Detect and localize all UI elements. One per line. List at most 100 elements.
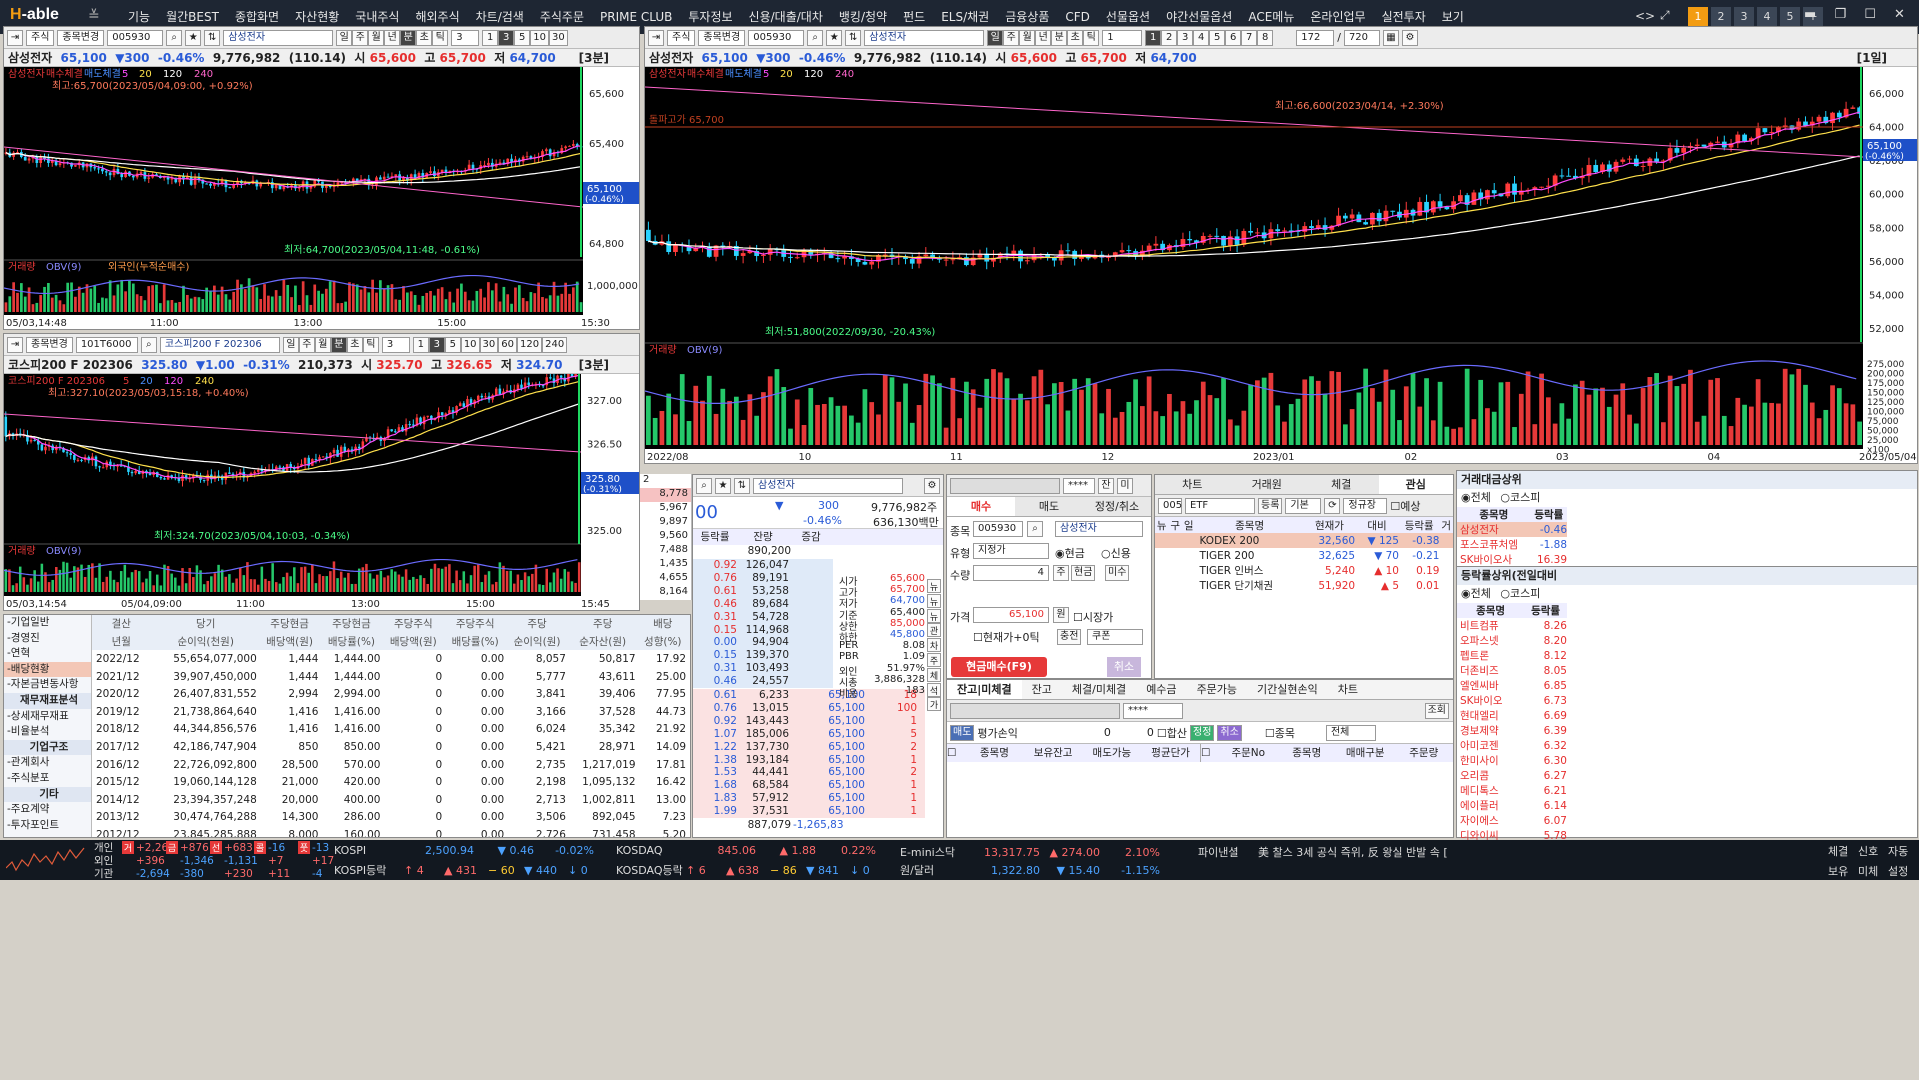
- table-row[interactable]: 2014/12 23,394,357,248 20,000 400.00 0 0.00 2,…: [92, 791, 690, 809]
- chart1-period-1[interactable]: 주: [352, 29, 369, 46]
- chart1-market-select[interactable]: 주식: [26, 29, 55, 46]
- chart1-num-period-0[interactable]: 1: [482, 29, 499, 46]
- order-account-select[interactable]: [950, 477, 1060, 494]
- chart3-period-2[interactable]: 월: [1019, 29, 1036, 46]
- rank2-row[interactable]: 오파스넷 8.20: [1457, 633, 1567, 648]
- ask-row[interactable]: 0.00 94,904: [693, 636, 833, 650]
- watch-code-field[interactable]: 005: [1158, 497, 1182, 514]
- watch-tab-0[interactable]: 차트: [1155, 475, 1230, 494]
- emini-index[interactable]: E-mini스닥 13,317.75 ▲ 274.00 2.10%: [900, 844, 1160, 860]
- orderbook-settings-icon[interactable]: ⚙: [924, 477, 940, 494]
- info-menu-item-3[interactable]: -배당현황: [4, 661, 91, 678]
- watch-row[interactable]: TIGER 인버스 5,240 ▲ 10 0.19: [1155, 563, 1453, 578]
- balance-account-select[interactable]: [950, 702, 1120, 719]
- table-row[interactable]: 2022/12 55,654,077,000 1,444 1,444.00 0 0.00 8…: [92, 650, 690, 668]
- rank2-row[interactable]: 더존비즈 8.05: [1457, 663, 1567, 678]
- rank1-all-radio[interactable]: ◉전체: [1461, 491, 1491, 504]
- balance-all-select[interactable]: 전체: [1325, 724, 1376, 741]
- chart3-canvas[interactable]: 삼성전자 매수체결 매도체결 5 20 120 240 거래량 OBV(9) 66,000 64,0…: [644, 67, 1917, 463]
- chart1-interval-select[interactable]: 3: [451, 29, 480, 46]
- ask-row[interactable]: 0.76 89,191: [693, 571, 833, 585]
- rank2-row[interactable]: 경보제약 6.39: [1457, 723, 1567, 738]
- balance-acct-mask[interactable]: ****: [1123, 702, 1183, 719]
- rank2-row[interactable]: 자이에스 6.07: [1457, 813, 1567, 828]
- table-row[interactable]: 2019/12 21,738,864,640 1,416 1,416.00 0 0.00 3…: [92, 703, 690, 721]
- bid-row[interactable]: 1.38 193,184 65,100 1: [693, 753, 925, 767]
- chart2-code-input[interactable]: 101T6000: [75, 336, 138, 353]
- chart3-calendar-icon[interactable]: ▦: [1382, 29, 1399, 46]
- info-menu-item-0[interactable]: -기업일반: [4, 615, 91, 631]
- ticker-side-button-1[interactable]: 신호: [1858, 843, 1878, 859]
- chart3-period-3[interactable]: 년: [1035, 29, 1052, 46]
- chart3-count-input[interactable]: 172: [1296, 29, 1335, 46]
- info-menu-item-4[interactable]: -자본금변동사항: [4, 677, 91, 693]
- chart2-period-3[interactable]: 분: [330, 336, 347, 353]
- news-headline[interactable]: 美 찰스 3세 공식 즉위, 反 왕실 반발 속 [: [1258, 844, 1530, 860]
- bid-row[interactable]: 1.99 37,531 65,100 1: [693, 805, 925, 819]
- watch-rule-select[interactable]: 정규장: [1343, 497, 1388, 514]
- chart1-period-2[interactable]: 월: [368, 29, 385, 46]
- ask-row[interactable]: 0.46 89,684: [693, 597, 833, 611]
- order-coupon-select[interactable]: 쿠폰: [1087, 629, 1143, 645]
- bal-check-icon[interactable]: ☐: [947, 744, 965, 762]
- chart3-num-period-1[interactable]: 2: [1161, 29, 1178, 46]
- chart2-period-2[interactable]: 월: [314, 336, 331, 353]
- balance-tab-2[interactable]: 체결/미체결: [1062, 680, 1136, 699]
- maximize-icon[interactable]: ☐: [1864, 7, 1876, 22]
- balance-tab-4[interactable]: 주문가능: [1187, 680, 1247, 699]
- ticker-side-button-2[interactable]: 자동: [1888, 843, 1908, 859]
- chart1-period-0[interactable]: 일: [336, 29, 353, 46]
- kosdaq-updown[interactable]: KOSDAQ등락 ↑ 6 ▲ 638 − 86 ▼ 841 ↓ 0: [616, 862, 880, 878]
- table-row[interactable]: 2016/12 22,726,092,800 28,500 570.00 0 0.00 2,…: [92, 756, 690, 774]
- order-cancel-button[interactable]: 취소: [1107, 657, 1141, 677]
- ob-side-button-4[interactable]: 차: [927, 638, 941, 653]
- balance-modify-button[interactable]: 정정: [1190, 724, 1215, 741]
- table-row[interactable]: 2017/12 42,186,747,904 850 850.00 0 0.00 5,421…: [92, 738, 690, 756]
- chart3-num-period-3[interactable]: 4: [1193, 29, 1210, 46]
- orderbook-name-field[interactable]: 삼성전자: [753, 477, 903, 494]
- ticker-side-button-0[interactable]: 체결: [1828, 843, 1848, 859]
- balance-tab-6[interactable]: 차트: [1328, 680, 1368, 699]
- chart2-change-select[interactable]: 종목변경: [26, 336, 73, 353]
- ask-row[interactable]: 0.31 103,493: [693, 662, 833, 676]
- orderbook-search-icon[interactable]: ⌕: [696, 477, 712, 494]
- kosdaq-index[interactable]: KOSDAQ 845.06 ▲ 1.88 0.22%: [616, 844, 876, 857]
- ob-side-button-6[interactable]: 체: [927, 667, 941, 682]
- rank1-row[interactable]: 삼성전자 -0.46: [1457, 522, 1567, 537]
- chart1-change-select[interactable]: 종목변경: [57, 29, 105, 46]
- chart3-num-period-2[interactable]: 3: [1177, 29, 1194, 46]
- chart3-search-icon[interactable]: ⌕: [807, 29, 824, 46]
- balance-tab-1[interactable]: 잔고: [1022, 680, 1062, 699]
- bid-row[interactable]: 1.68 68,584 65,100 1: [693, 779, 925, 793]
- order-tab-remain[interactable]: 잔: [1098, 477, 1114, 494]
- chart3-num-period-6[interactable]: 7: [1241, 29, 1258, 46]
- table-row[interactable]: 2020/12 26,407,831,552 2,994 2,994.00 0 0.00 3…: [92, 685, 690, 703]
- order-qty-input[interactable]: 4: [973, 565, 1049, 581]
- order-search-icon[interactable]: ⌕: [1027, 521, 1043, 537]
- chart1-canvas[interactable]: 삼성전자 매수체결 매도체결 5 20 120 240 거래량 OBV(9) 외국인(누적순매수)…: [3, 67, 639, 329]
- ask-row[interactable]: 0.61 53,258: [693, 584, 833, 598]
- order-cash-radio[interactable]: ◉현금: [1055, 545, 1085, 561]
- table-row[interactable]: 2015/12 19,060,144,128 21,000 420.00 0 0.00 2,…: [92, 773, 690, 791]
- balance-tab-3[interactable]: 예수금: [1136, 680, 1186, 699]
- balance-tab-0[interactable]: 잔고|미체결: [947, 680, 1022, 699]
- order-qty-unit[interactable]: 주: [1053, 565, 1069, 581]
- chart1-period-3[interactable]: 년: [384, 29, 401, 46]
- minimize-icon[interactable]: ▬: [1804, 7, 1816, 22]
- order-market-checkbox[interactable]: ☐시장가: [1073, 609, 1113, 625]
- kospi-updown[interactable]: KOSPI등락 ↑ 4 ▲ 431 − 60 ▼ 440 ↓ 0: [334, 862, 598, 878]
- chart3-num-period-0[interactable]: 1: [1145, 29, 1162, 46]
- info-menu-item-13[interactable]: -투자포인트: [4, 818, 91, 834]
- ob-side-button-3[interactable]: 관: [927, 623, 941, 638]
- chart1-name-field[interactable]: 삼성전자: [223, 29, 334, 46]
- rank2-kospi-radio[interactable]: ○코스피: [1500, 587, 1540, 600]
- rank2-row[interactable]: 엘엔씨바 6.85: [1457, 678, 1567, 693]
- ob-side-button-5[interactable]: 주: [927, 653, 941, 667]
- rank2-row[interactable]: 비트컴퓨 8.26: [1457, 618, 1567, 633]
- info-menu-item-9[interactable]: -관계회사: [4, 755, 91, 771]
- chart2-period-1[interactable]: 주: [298, 336, 315, 353]
- watch-group-select[interactable]: ETF: [1185, 497, 1255, 514]
- chart3-updown-icon[interactable]: ⇅: [845, 29, 862, 46]
- table-row[interactable]: 2018/12 44,344,856,576 1,416 1,416.00 0 0.00 6…: [92, 721, 690, 739]
- chart1-code-input[interactable]: 005930: [107, 29, 164, 46]
